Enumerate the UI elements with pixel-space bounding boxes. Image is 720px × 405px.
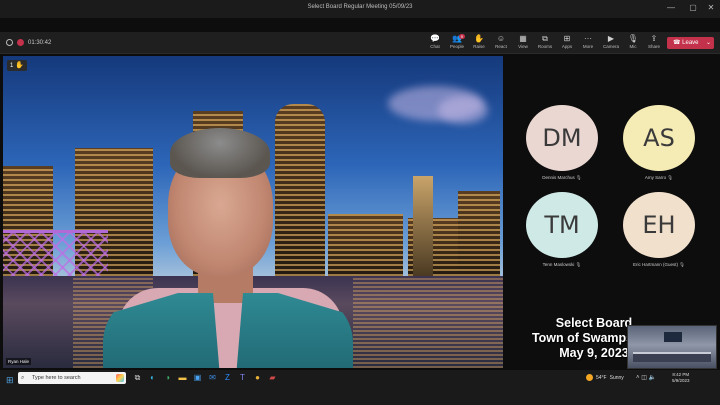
chat-icon: 💬 xyxy=(430,34,440,43)
mic-icon: 🎙 xyxy=(627,34,639,43)
more-button[interactable]: ··· More xyxy=(577,34,599,50)
toolbar-button-label: Mic xyxy=(629,44,637,49)
toolbar-button-label: Rooms xyxy=(537,44,553,49)
network-icon[interactable]: ◫ xyxy=(641,375,647,381)
sun-icon xyxy=(586,374,593,381)
volume-icon[interactable]: 🔈 xyxy=(649,375,656,381)
toolbar-button-label: Camera xyxy=(602,44,619,49)
recorder-icon[interactable]: ▰ xyxy=(266,372,279,384)
view-icon: ▦ xyxy=(519,34,527,43)
raise-button[interactable]: ✋ Raise xyxy=(468,34,490,50)
raised-hand-icon: ✋ xyxy=(15,62,24,69)
rooms-icon: ⧉ xyxy=(542,34,548,43)
apps-icon: ⊞ xyxy=(563,34,571,43)
taskbar-clock[interactable]: 8:42 PM 5/9/2023 xyxy=(672,372,690,384)
window-title: Select Board Regular Meeting 05/09/23 xyxy=(307,4,413,10)
speaker-name-tag: Ryan Hale xyxy=(6,358,32,365)
chrome-icon[interactable]: ● xyxy=(251,372,264,384)
more-icon: ··· xyxy=(584,34,592,43)
avatar: AS xyxy=(623,105,695,171)
toolbar-button-label: Share xyxy=(647,44,660,49)
cloud xyxy=(438,96,488,124)
participant-tile[interactable]: DM Dennis Marchus 🎙 xyxy=(524,105,600,181)
chevron-down-icon[interactable]: ⌄ xyxy=(706,37,711,49)
window-title-bar: Select Board Regular Meeting 05/09/23 — … xyxy=(0,0,720,18)
store-icon[interactable]: ▣ xyxy=(191,372,204,384)
speaker-figure xyxy=(58,128,398,368)
toolbar-button-label: Chat xyxy=(430,44,440,49)
meeting-timer: 01:30:42 xyxy=(28,39,52,46)
camera-button[interactable]: ▶ Camera xyxy=(600,34,622,50)
recording-dot-icon xyxy=(17,39,24,46)
system-tray[interactable]: ˄ ◫ 🔈 xyxy=(636,374,656,381)
meeting-toolbar: 01:30:42 💬 Chat 👥 People 9 ✋ Raise ☺ React ▦ View ⧉… xyxy=(0,32,720,54)
toolbar-button-label: Raise xyxy=(473,44,485,49)
camera-icon: ▶ xyxy=(607,34,615,43)
mic-off-icon: 🎙 xyxy=(575,262,582,267)
mic-off-icon: 🎙 xyxy=(679,262,685,267)
clock-date: 5/9/2023 xyxy=(672,378,690,383)
shield-icon xyxy=(6,39,13,46)
toolbar-button-label: More xyxy=(582,44,594,49)
phone-icon: ☎ xyxy=(673,40,683,46)
participant-tile[interactable]: TM Tenn Maslowski 🎙 xyxy=(524,192,600,268)
mic-off-icon: 🎙 xyxy=(576,175,582,180)
view-button[interactable]: ▦ View xyxy=(512,34,534,50)
tower xyxy=(413,176,433,276)
toolbar-button-label: View xyxy=(518,44,528,49)
close-button[interactable]: ✕ xyxy=(704,3,718,13)
participant-tile[interactable]: AS Amy Sarro 🎙 xyxy=(621,105,697,181)
share-icon: ⇪ xyxy=(650,34,658,43)
participant-name: Eric Hartmann (Guest) xyxy=(633,262,679,267)
mail-icon[interactable]: ✉ xyxy=(206,372,219,384)
maximize-button[interactable]: ▢ xyxy=(686,3,700,13)
avatar: EH xyxy=(623,192,695,258)
taskbar-search-box[interactable]: ⌕ Type here to search xyxy=(18,372,126,384)
toolbar-button-label: Apps xyxy=(561,44,573,49)
file-explorer-icon[interactable]: ▬ xyxy=(176,372,189,384)
mic-button[interactable]: 🎙 Mic xyxy=(622,34,644,50)
chat-button[interactable]: 💬 Chat xyxy=(424,34,446,50)
minimize-button[interactable]: — xyxy=(664,3,678,13)
participant-name: Dennis Marchus xyxy=(542,175,575,180)
participant-name: Tenn Maslowski xyxy=(542,262,575,267)
avatar: TM xyxy=(526,192,598,258)
participant-name: Amy Sarro xyxy=(644,175,667,180)
search-highlight-icon xyxy=(116,374,124,382)
weather-desc: Sunny xyxy=(609,374,624,381)
zoom-icon[interactable]: Z xyxy=(221,372,234,384)
chevron-up-icon[interactable]: ˄ xyxy=(636,375,640,381)
room-camera-thumbnail[interactable] xyxy=(627,325,717,369)
leave-button[interactable]: ☎ Leave ⌄ xyxy=(667,37,714,49)
avatar: DM xyxy=(526,105,598,171)
windows-start-icon[interactable]: ⊞ xyxy=(6,375,14,386)
recording-status: 01:30:42 xyxy=(6,39,51,46)
raise-hand-icon: ✋ xyxy=(474,34,484,43)
weather-temp: 54°F xyxy=(596,374,607,381)
react-button[interactable]: ☺ React xyxy=(490,34,512,50)
react-icon: ☺ xyxy=(496,34,506,43)
apps-button[interactable]: ⊞ Apps xyxy=(556,34,578,50)
toolbar-button-label: People xyxy=(449,44,464,49)
share-button[interactable]: ⇪ Share xyxy=(643,34,665,50)
weather-widget[interactable]: 54°F Sunny xyxy=(586,374,624,381)
edge-beta-icon[interactable]: ◑ xyxy=(161,372,174,384)
windows-taskbar: ⊞ ⌕ Type here to search ⧉ ◐ ◑ ▬ ▣ ✉ Z T ● ▰ 54°F … xyxy=(0,370,720,405)
participant-tile[interactable]: EH Eric Hartmann (Guest) 🎙 xyxy=(621,192,697,268)
main-speaker-video[interactable]: 1 ✋ Ryan Hale xyxy=(3,56,503,368)
raise-hand-order: 1 xyxy=(10,63,14,69)
rooms-button[interactable]: ⧉ Rooms xyxy=(534,34,556,50)
mic-off-icon: 🎙 xyxy=(667,175,674,180)
building xyxy=(458,191,500,276)
teams-icon[interactable]: T xyxy=(236,372,249,384)
search-placeholder: Type here to search xyxy=(32,375,81,381)
search-icon: ⌕ xyxy=(21,375,25,381)
task-view-icon[interactable]: ⧉ xyxy=(131,372,144,384)
edge-icon[interactable]: ◐ xyxy=(146,372,159,384)
raised-hand-badge: 1 ✋ xyxy=(7,60,27,71)
leave-label: Leave xyxy=(682,40,699,46)
people-button[interactable]: 👥 People 9 xyxy=(446,34,468,50)
participant-count-badge: 9 xyxy=(458,34,465,39)
toolbar-button-label: React xyxy=(495,44,507,49)
